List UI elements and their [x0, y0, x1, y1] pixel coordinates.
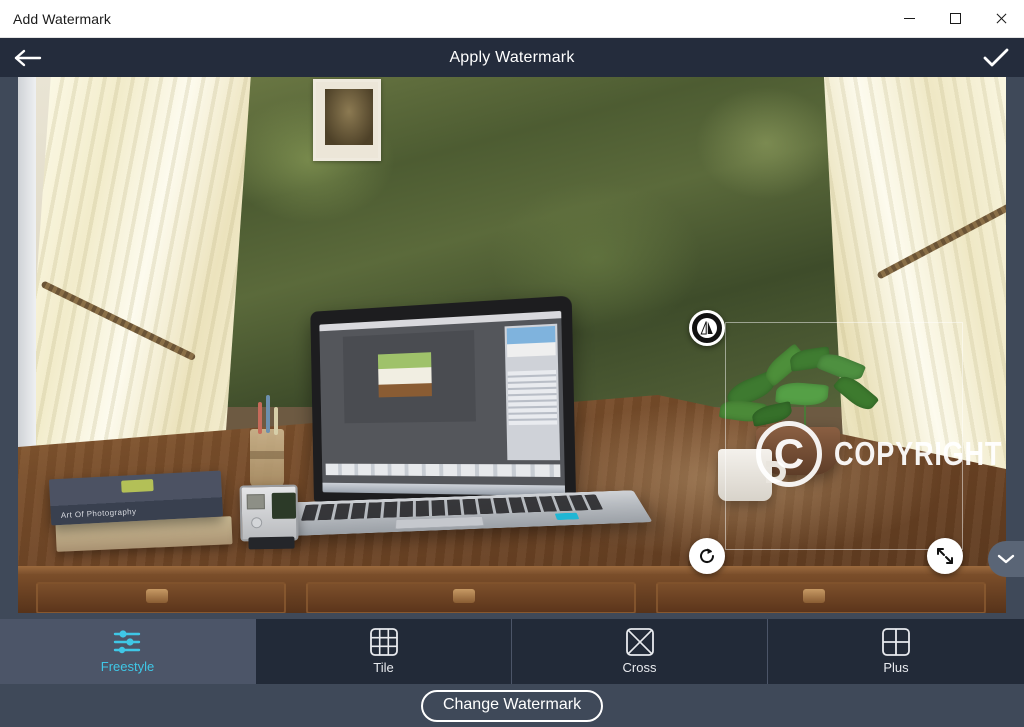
tab-label: Tile: [373, 660, 393, 675]
tab-plus[interactable]: Plus: [768, 619, 1024, 684]
sliders-icon: [113, 629, 143, 655]
action-camera: [240, 484, 299, 541]
watermark-object[interactable]: COPYRIGHT: [756, 419, 970, 489]
bottom-bar: Change Watermark: [0, 684, 1024, 727]
photo-canvas[interactable]: Art Of Photography COPYRIGHT: [18, 77, 1006, 613]
wall-picture: [313, 79, 381, 161]
pen-jar: [250, 429, 284, 487]
scale-handle[interactable]: [927, 538, 963, 574]
minimize-button[interactable]: [886, 0, 932, 38]
copyright-symbol-icon: [756, 421, 822, 487]
laptop-screen: [310, 295, 576, 506]
flip-handle[interactable]: [689, 310, 725, 346]
checkmark-icon: [983, 47, 1009, 69]
tab-label: Freestyle: [101, 659, 154, 674]
minimize-icon: [904, 18, 915, 19]
application-window: Add Watermark Apply Watermark Art Of Pho…: [0, 0, 1024, 727]
tab-tile[interactable]: Tile: [256, 619, 512, 684]
maximize-button[interactable]: [932, 0, 978, 38]
change-watermark-button[interactable]: Change Watermark: [421, 690, 603, 722]
watermark-text: COPYRIGHT: [834, 435, 1002, 473]
collapse-panel-button[interactable]: [988, 541, 1024, 577]
tab-label: Cross: [623, 660, 657, 675]
rotate-handle[interactable]: [689, 538, 725, 574]
tab-freestyle[interactable]: Freestyle: [0, 619, 256, 684]
close-icon: [995, 12, 1008, 25]
confirm-button[interactable]: [968, 38, 1024, 77]
close-button[interactable]: [978, 0, 1024, 38]
tab-label: Plus: [883, 660, 908, 675]
tab-cross[interactable]: Cross: [512, 619, 768, 684]
page-title: Apply Watermark: [0, 49, 1024, 67]
book-title-text: Art Of Photography: [61, 507, 137, 520]
watermark-selection-box[interactable]: COPYRIGHT: [725, 322, 963, 550]
resize-icon: [935, 546, 955, 566]
mode-tab-bar: Freestyle Tile Cross Plus: [0, 619, 1024, 684]
back-arrow-icon: [14, 48, 42, 68]
app-header: Apply Watermark: [0, 38, 1024, 77]
plus-box-icon: [881, 628, 911, 656]
window-title: Add Watermark: [0, 11, 111, 27]
rotate-icon: [697, 546, 717, 566]
window-title-bar: Add Watermark: [0, 0, 1024, 38]
flip-icon: [697, 318, 717, 338]
back-button[interactable]: [0, 38, 56, 77]
chevron-down-icon: [997, 553, 1015, 565]
maximize-icon: [950, 13, 961, 24]
controls-strip: [0, 575, 1024, 619]
cross-box-icon: [625, 628, 655, 656]
book-upper: Art Of Photography: [49, 471, 223, 526]
window-controls: [886, 0, 1024, 38]
grid-3x3-icon: [369, 628, 399, 656]
